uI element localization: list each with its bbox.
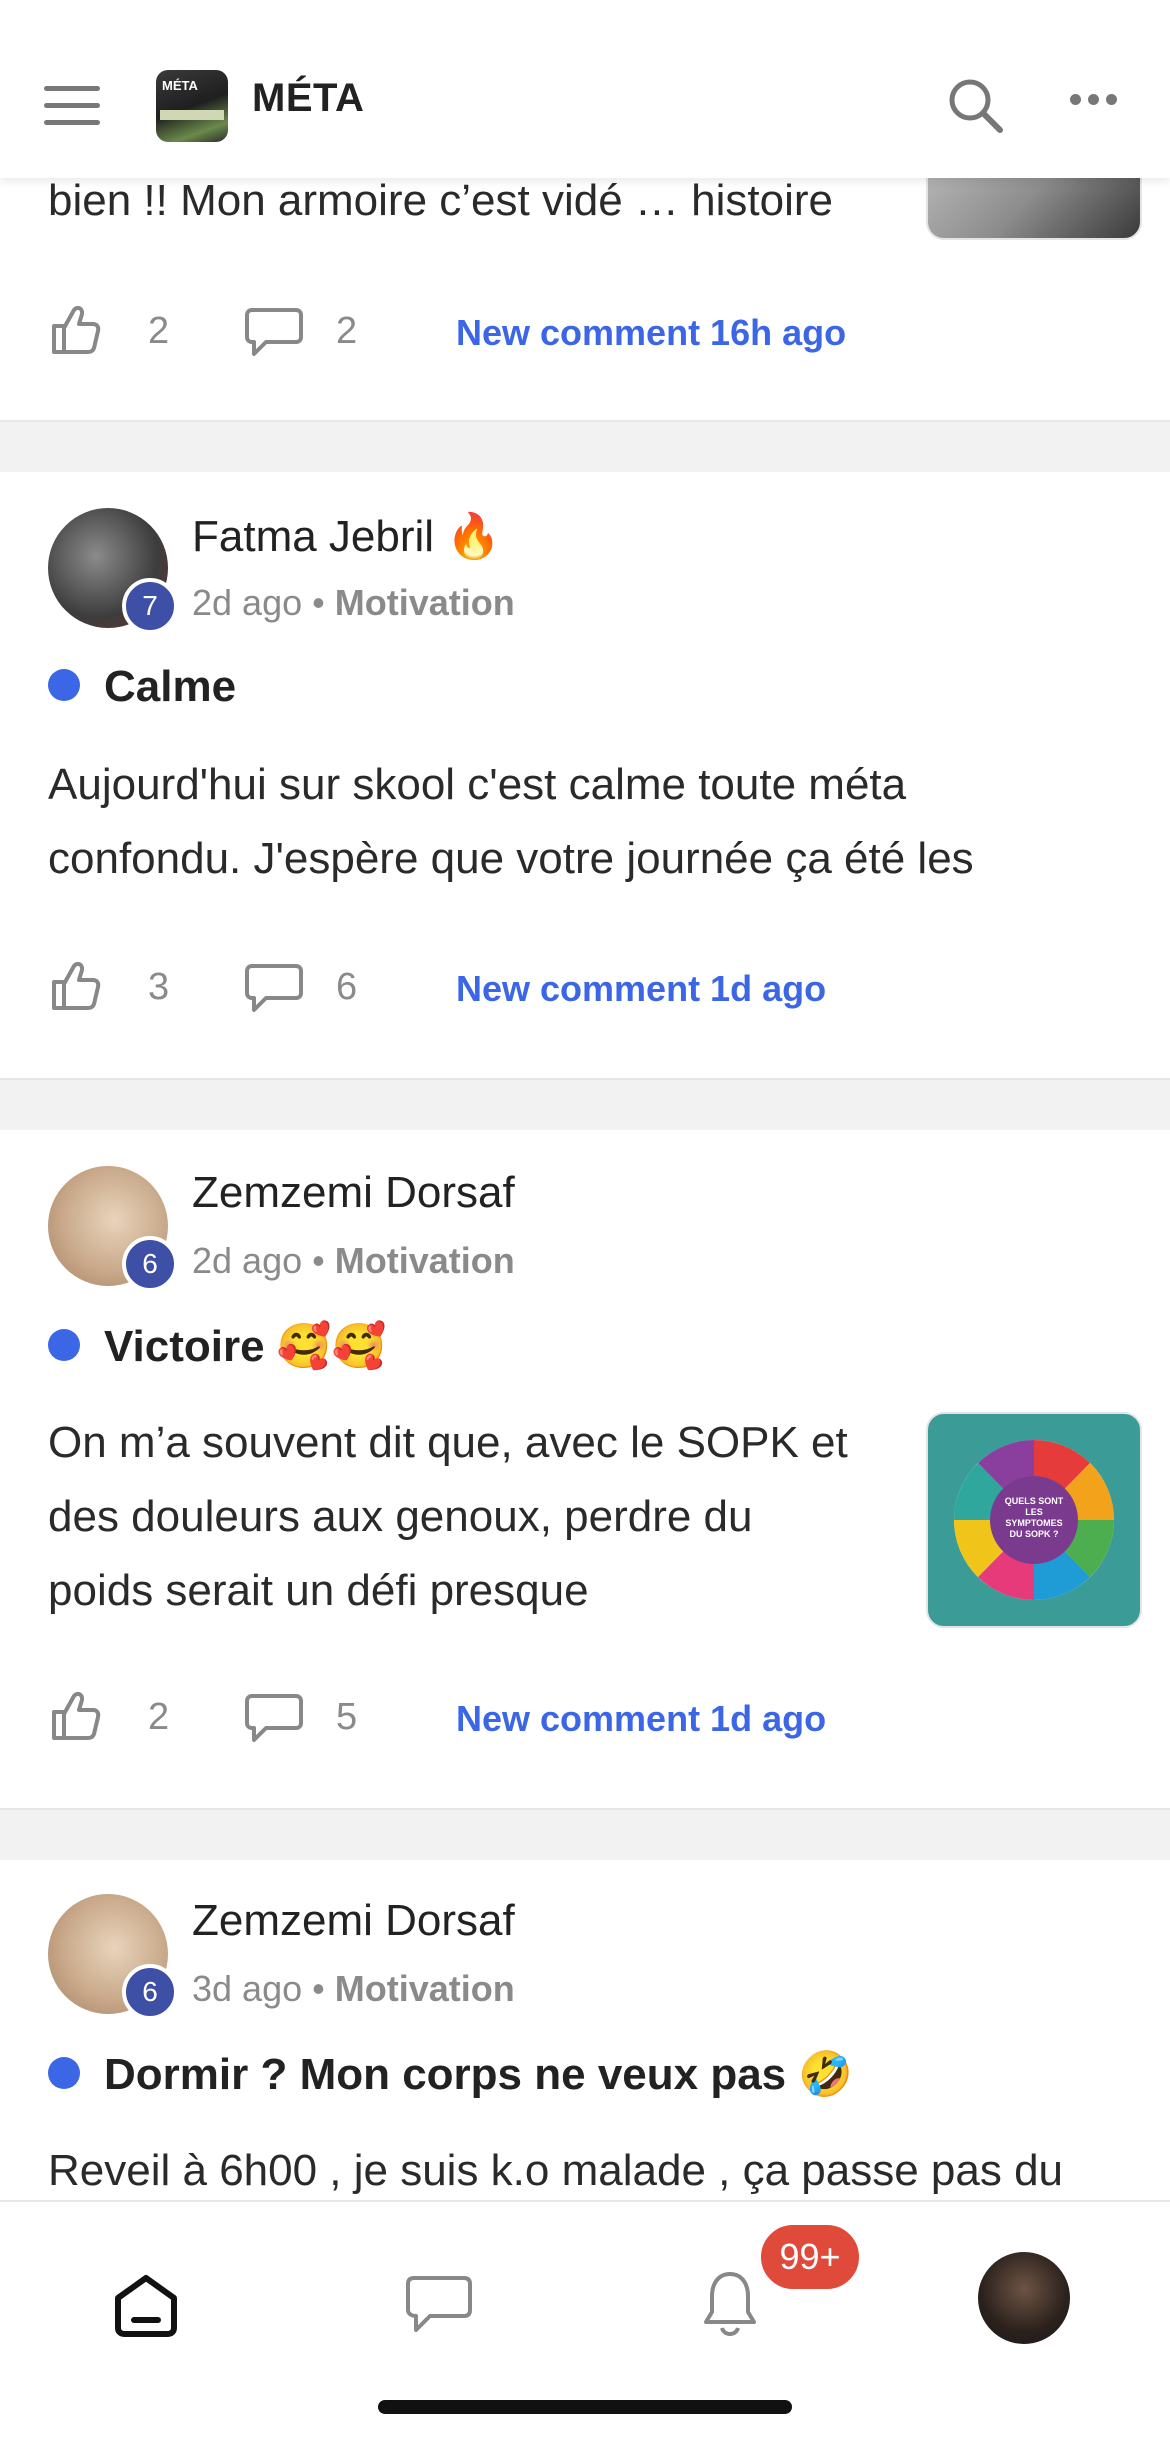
top-app-bar: MÉTA MÉTA bbox=[0, 0, 1170, 178]
app-logo-text: MÉTA bbox=[162, 78, 198, 93]
post-meta: 2d ago • Motivation bbox=[192, 582, 515, 623]
author-name[interactable]: Zemzemi Dorsaf bbox=[192, 1896, 515, 1946]
chat-icon[interactable] bbox=[404, 2274, 474, 2336]
new-comment-link[interactable]: New comment 16h ago bbox=[456, 312, 846, 354]
home-indicator bbox=[378, 2400, 792, 2414]
post-divider bbox=[0, 1808, 1170, 1862]
post-time: 2d ago bbox=[192, 582, 303, 623]
comment-count: 5 bbox=[336, 1696, 358, 1738]
post-category[interactable]: Motivation bbox=[335, 1968, 515, 2009]
post-card[interactable]: 6 Zemzemi Dorsaf 3d ago • Motivation Dor… bbox=[0, 1860, 1170, 2200]
menu-icon[interactable] bbox=[44, 86, 100, 126]
post-card[interactable]: bien !! Mon armoire c’est vidé … histoir… bbox=[0, 68, 1170, 420]
post-meta: 2d ago • Motivation bbox=[192, 1240, 515, 1281]
comment-icon[interactable] bbox=[244, 962, 304, 1014]
more-options-icon[interactable] bbox=[1070, 92, 1126, 112]
home-icon[interactable] bbox=[112, 2274, 180, 2338]
post-divider bbox=[0, 420, 1170, 474]
fire-emoji: 🔥 bbox=[446, 511, 502, 562]
like-icon[interactable] bbox=[48, 1688, 104, 1744]
level-badge: 6 bbox=[122, 1964, 178, 2020]
post-divider bbox=[0, 1078, 1170, 1132]
laughing-emoji: 🤣 bbox=[798, 2049, 854, 2100]
post-time: 2d ago bbox=[192, 1240, 303, 1281]
post-thumbnail[interactable]: QUELS SONT LES SYMPTOMES DU SOPK ? bbox=[926, 1412, 1142, 1628]
author-name[interactable]: Zemzemi Dorsaf bbox=[192, 1168, 515, 1218]
post-actions: 3 6 New comment 1d ago bbox=[48, 958, 1148, 1018]
post-category[interactable]: Motivation bbox=[335, 582, 515, 623]
post-title[interactable]: Victoire 🥰🥰 bbox=[48, 1320, 386, 1372]
unread-dot bbox=[48, 2057, 80, 2090]
post-time: 3d ago bbox=[192, 1968, 303, 2009]
post-actions: 2 2 New comment 16h ago bbox=[48, 302, 1148, 362]
comment-icon[interactable] bbox=[244, 1692, 304, 1744]
like-icon[interactable] bbox=[48, 958, 104, 1014]
comment-count: 6 bbox=[336, 966, 358, 1008]
like-count: 2 bbox=[148, 310, 170, 352]
post-title[interactable]: Dormir ? Mon corps ne veux pas 🤣 bbox=[48, 2048, 853, 2100]
app-title[interactable]: MÉTA bbox=[252, 76, 364, 121]
post-card[interactable]: 7 Fatma Jebril 🔥 2d ago • Motivation Cal… bbox=[0, 472, 1170, 1076]
profile-avatar[interactable] bbox=[978, 2252, 1070, 2344]
bell-icon[interactable] bbox=[700, 2268, 760, 2340]
new-comment-link[interactable]: New comment 1d ago bbox=[456, 968, 826, 1010]
thumbnail-caption: QUELS SONT LES SYMPTOMES DU SOPK ? bbox=[1004, 1496, 1064, 1539]
post-card[interactable]: 6 Zemzemi Dorsaf 2d ago • Motivation Vic… bbox=[0, 1130, 1170, 1806]
like-count: 3 bbox=[148, 966, 170, 1008]
level-badge: 6 bbox=[122, 1236, 178, 1292]
unread-dot bbox=[48, 1329, 80, 1362]
unread-dot bbox=[48, 669, 80, 702]
post-meta: 3d ago • Motivation bbox=[192, 1968, 515, 2009]
comment-count: 2 bbox=[336, 310, 358, 352]
post-body: Aujourd'hui sur skool c'est calme toute … bbox=[48, 760, 974, 883]
post-actions: 2 5 New comment 1d ago bbox=[48, 1688, 1148, 1748]
smiling-hearts-emoji: 🥰🥰 bbox=[276, 1321, 387, 1372]
post-title[interactable]: Calme bbox=[48, 662, 236, 712]
new-comment-link[interactable]: New comment 1d ago bbox=[456, 1698, 826, 1740]
search-icon[interactable] bbox=[946, 76, 1006, 136]
post-body: Reveil à 6h00 , je suis k.o malade , ça … bbox=[48, 2146, 1064, 2195]
post-category[interactable]: Motivation bbox=[335, 1240, 515, 1281]
like-icon[interactable] bbox=[48, 302, 104, 358]
level-badge: 7 bbox=[122, 578, 178, 634]
like-count: 2 bbox=[148, 1696, 170, 1738]
app-logo[interactable]: MÉTA bbox=[156, 70, 228, 142]
post-body: On m’a souvent dit que, avec le SOPK et … bbox=[48, 1418, 848, 1615]
comment-icon[interactable] bbox=[244, 306, 304, 358]
notifications-badge[interactable]: 99+ bbox=[756, 2220, 864, 2294]
author-name[interactable]: Fatma Jebril 🔥 bbox=[192, 510, 501, 562]
